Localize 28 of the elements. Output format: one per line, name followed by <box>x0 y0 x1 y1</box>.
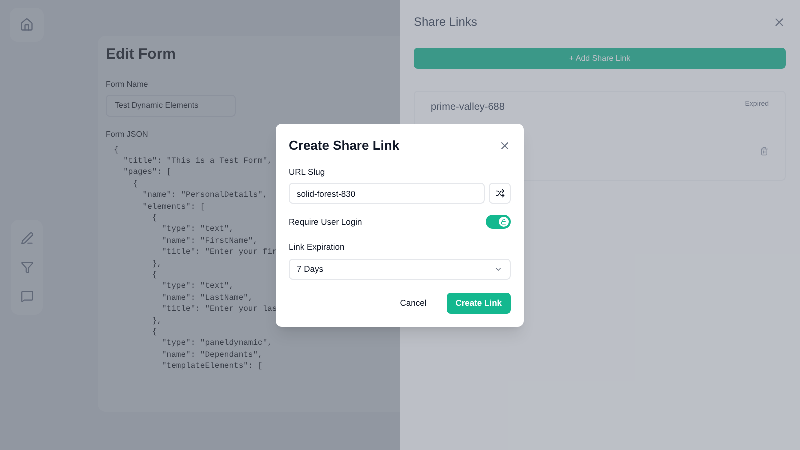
link-slug: prime-valley-688 <box>431 101 505 115</box>
name-field[interactable]: Test Dynamic Elements <box>106 94 236 116</box>
shuffle-button[interactable] <box>489 183 511 204</box>
field-label: Require User Login <box>289 216 362 229</box>
create-link-button[interactable]: Create Link <box>446 293 511 314</box>
home-icon <box>20 18 34 32</box>
json-code[interactable]: { "title": "This is a Test Form", "pages": [ { "name": "PersonalDetails", "elements": [ { "type": "text", "name": "FirstName", "title": "Enter your fir }, { "type": "text", "name": "LastName", "title": "Enter your las }, { "type": "paneldynamic", "name": "Dependants", "templateElements": [ <box>114 144 278 373</box>
dialog-title: Create Share Link <box>289 137 400 155</box>
field-label: URL Slug <box>289 166 326 178</box>
slug-field[interactable]: solid-forest-830 <box>289 183 485 204</box>
home-button[interactable] <box>10 8 44 42</box>
chat-icon[interactable] <box>20 290 34 303</box>
chevron-icon <box>494 265 503 274</box>
close-icon[interactable] <box>499 140 511 152</box>
filter-icon[interactable] <box>20 261 34 274</box>
form-title: Edit Form <box>106 45 176 65</box>
add-share-link-button[interactable]: + Add Share Link <box>414 48 786 69</box>
login-toggle[interactable] <box>486 215 511 230</box>
field-label: Form Name <box>106 78 148 90</box>
pen-icon[interactable] <box>20 232 34 245</box>
drawer-title: Share Links <box>414 14 478 31</box>
expiration-select[interactable]: 7 Days <box>289 259 511 280</box>
close-icon[interactable] <box>773 16 786 28</box>
field-label: Form JSON <box>106 128 148 140</box>
trash-icon[interactable] <box>760 147 769 156</box>
field-label: Link Expiration <box>289 241 346 254</box>
shuffle-icon <box>496 189 504 198</box>
cancel-button[interactable]: Cancel <box>392 293 435 314</box>
